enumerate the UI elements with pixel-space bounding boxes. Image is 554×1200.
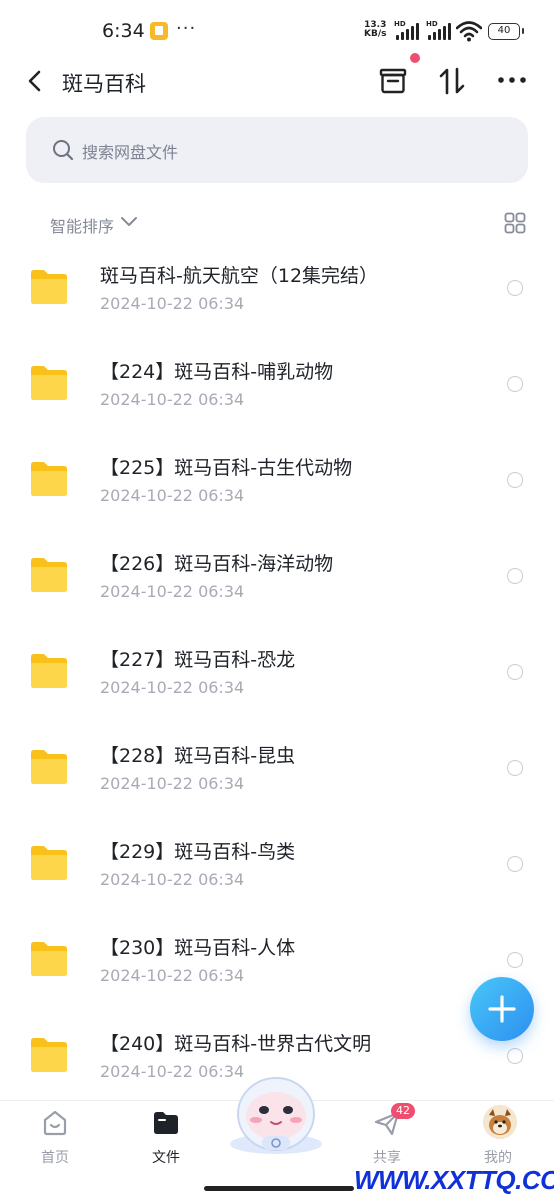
file-name: 【228】斑马百科-昆虫 — [100, 745, 296, 767]
add-button[interactable] — [470, 977, 534, 1041]
avatar — [483, 1105, 517, 1139]
page-title: 斑马百科 — [62, 72, 146, 96]
file-row[interactable]: 【226】斑马百科-海洋动物 2024-10-22 06:34 — [0, 528, 554, 624]
net-speed-unit: KB/s — [364, 29, 387, 39]
chevron-down-icon[interactable] — [120, 214, 138, 228]
header: 斑马百科 — [0, 53, 554, 106]
status-bar: 6:34 ··· 13.3 KB/s HD HD 40 — [0, 0, 554, 62]
nav-files[interactable]: 文件 — [121, 1101, 211, 1181]
signal-icon-2 — [428, 22, 454, 40]
file-name: 【226】斑马百科-海洋动物 — [100, 553, 334, 575]
select-radio[interactable] — [507, 760, 523, 776]
file-row[interactable]: 【224】斑马百科-哺乳动物 2024-10-22 06:34 — [0, 336, 554, 432]
file-date: 2024-10-22 06:34 — [100, 294, 245, 313]
search-placeholder: 搜索网盘文件 — [82, 143, 179, 162]
folder-nav-icon — [154, 1112, 178, 1134]
share-badge: 42 — [391, 1103, 415, 1119]
search-icon — [53, 140, 74, 161]
back-icon[interactable] — [24, 68, 46, 94]
folder-icon — [31, 462, 67, 496]
select-radio[interactable] — [507, 376, 523, 392]
home-indicator — [204, 1186, 354, 1191]
file-name: 斑马百科-航天航空（12集完结） — [100, 265, 379, 287]
status-time: 6:34 — [102, 20, 145, 42]
battery-indicator: 40 — [488, 23, 524, 40]
file-date: 2024-10-22 06:34 — [100, 678, 245, 697]
folder-icon — [31, 558, 67, 592]
folder-icon — [31, 366, 67, 400]
folder-icon — [31, 654, 67, 688]
status-more: ··· — [176, 18, 197, 39]
file-date: 2024-10-22 06:34 — [100, 966, 245, 985]
file-name: 【225】斑马百科-古生代动物 — [100, 457, 353, 479]
file-row[interactable]: 【230】斑马百科-人体 2024-10-22 06:34 — [0, 912, 554, 1008]
grid-view-icon[interactable] — [504, 212, 526, 234]
plus-icon — [488, 995, 516, 1023]
file-date: 2024-10-22 06:34 — [100, 870, 245, 889]
select-radio[interactable] — [507, 952, 523, 968]
notification-icon — [150, 22, 168, 40]
file-date: 2024-10-22 06:34 — [100, 582, 245, 601]
sort-dropdown[interactable]: 智能排序 — [50, 213, 114, 237]
nav-share-label: 共享 — [373, 1150, 401, 1166]
nav-files-label: 文件 — [152, 1150, 180, 1166]
mascot-assistant-icon[interactable] — [226, 1074, 326, 1154]
file-name: 【224】斑马百科-哺乳动物 — [100, 361, 334, 383]
file-name: 【230】斑马百科-人体 — [100, 937, 296, 959]
file-row[interactable]: 【228】斑马百科-昆虫 2024-10-22 06:34 — [0, 720, 554, 816]
folder-icon — [31, 750, 67, 784]
net-speed: 13.3 KB/s — [364, 21, 386, 39]
nav-home-label: 首页 — [41, 1150, 69, 1166]
wifi-icon — [456, 21, 482, 42]
watermark-text: WWW.XXTTQ.COM — [354, 1165, 554, 1195]
file-name: 【227】斑马百科-恐龙 — [100, 649, 296, 671]
folder-icon — [31, 942, 67, 976]
file-date: 2024-10-22 06:34 — [100, 1062, 245, 1081]
file-date: 2024-10-22 06:34 — [100, 486, 245, 505]
nav-home[interactable]: 首页 — [10, 1101, 100, 1181]
file-name: 【229】斑马百科-鸟类 — [100, 841, 296, 863]
file-date: 2024-10-22 06:34 — [100, 390, 245, 409]
folder-icon — [31, 1038, 67, 1072]
select-radio[interactable] — [507, 280, 523, 296]
file-row[interactable]: 【225】斑马百科-古生代动物 2024-10-22 06:34 — [0, 432, 554, 528]
select-radio[interactable] — [507, 1048, 523, 1064]
sort-icon[interactable] — [438, 66, 466, 96]
sort-row: 智能排序 — [0, 206, 554, 238]
file-list: 斑马百科-航天航空（12集完结） 2024-10-22 06:34 【224】斑… — [0, 240, 554, 1104]
search-input[interactable]: 搜索网盘文件 — [26, 117, 528, 183]
file-date: 2024-10-22 06:34 — [100, 774, 245, 793]
file-row[interactable]: 【227】斑马百科-恐龙 2024-10-22 06:34 — [0, 624, 554, 720]
home-icon — [43, 1110, 67, 1136]
more-icon[interactable] — [496, 70, 528, 90]
folder-icon — [31, 846, 67, 880]
file-row[interactable]: 斑马百科-航天航空（12集完结） 2024-10-22 06:34 — [0, 240, 554, 336]
file-name: 【240】斑马百科-世界古代文明 — [100, 1033, 372, 1055]
select-radio[interactable] — [507, 856, 523, 872]
archive-notification-dot — [410, 53, 420, 63]
file-row[interactable]: 【229】斑马百科-鸟类 2024-10-22 06:34 — [0, 816, 554, 912]
archive-icon[interactable] — [378, 66, 408, 96]
folder-icon — [31, 270, 67, 304]
select-radio[interactable] — [507, 664, 523, 680]
signal-icon-1 — [396, 22, 422, 40]
nav-me-label: 我的 — [484, 1150, 512, 1166]
select-radio[interactable] — [507, 472, 523, 488]
select-radio[interactable] — [507, 568, 523, 584]
